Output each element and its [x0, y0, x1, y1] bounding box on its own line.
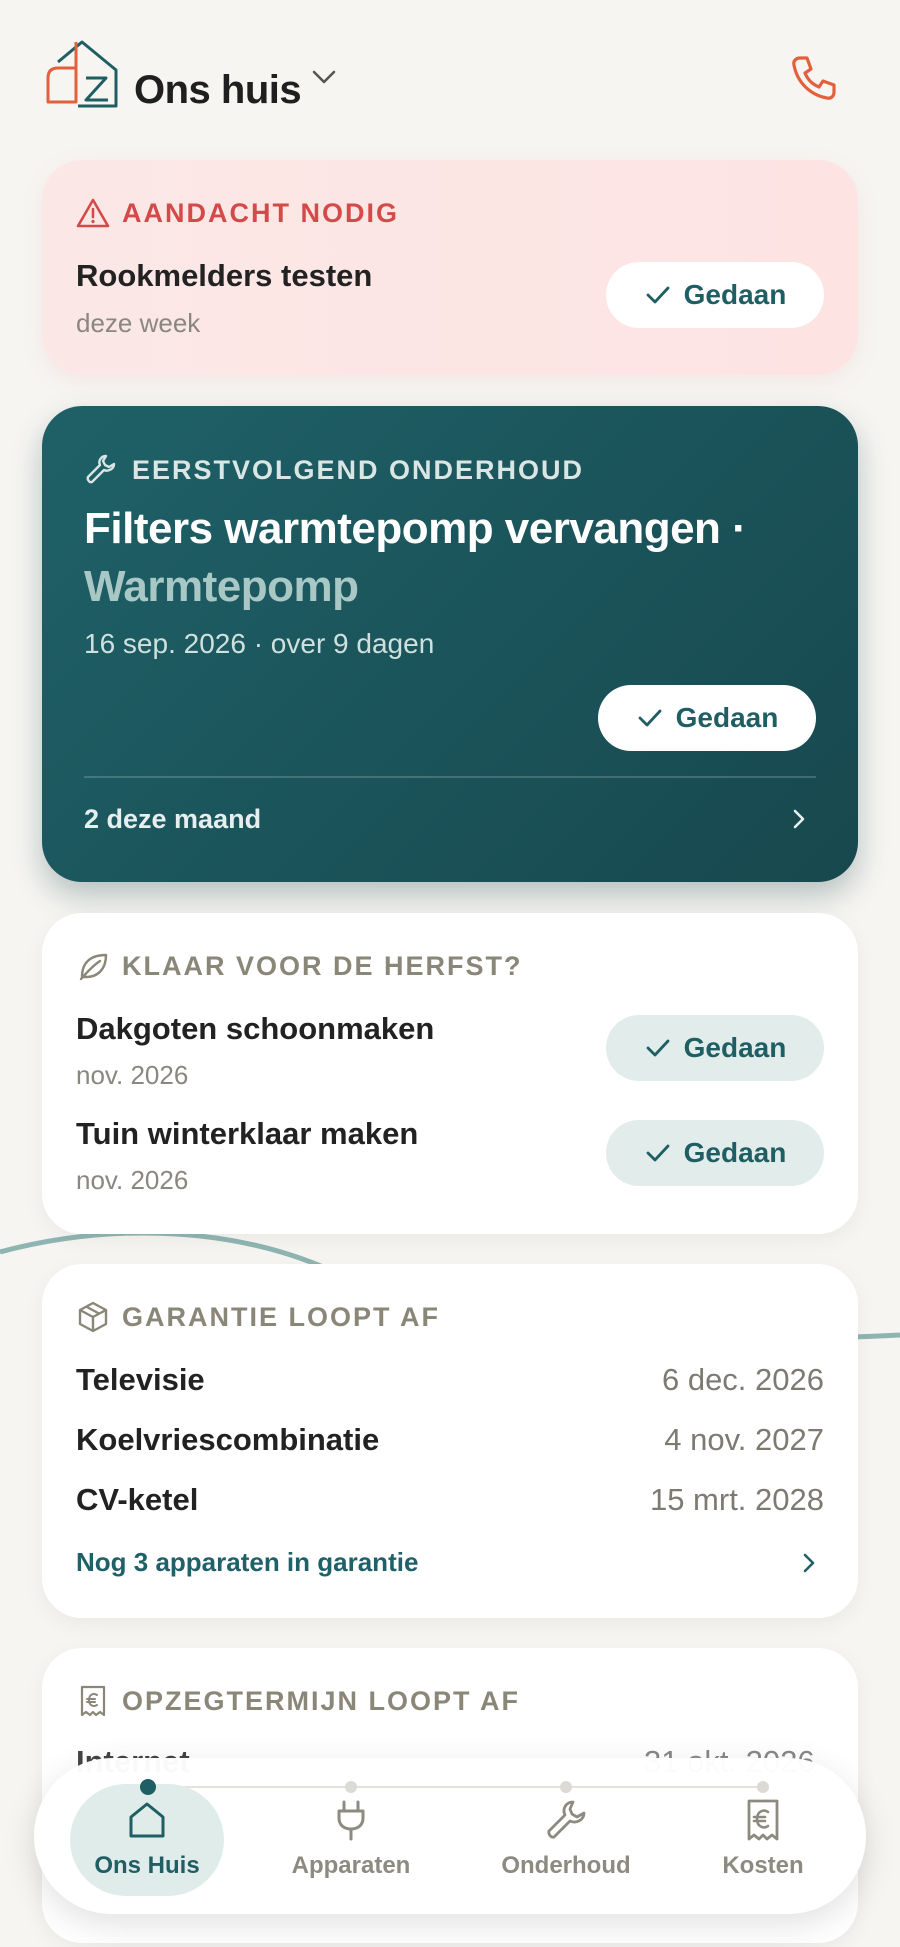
- autumn-item-date: nov. 2026: [76, 1060, 189, 1090]
- autumn-item-date: nov. 2026: [76, 1165, 189, 1195]
- nav-tab-apparaten[interactable]: Apparaten: [266, 1796, 436, 1896]
- nav-indicator-dot-active: [140, 1779, 156, 1795]
- autumn-eyebrow: KLAAR VOOR DE HERFST?: [122, 951, 523, 981]
- nav-label: Apparaten: [291, 1852, 411, 1879]
- attention-eyebrow: AANDACHT NODIG: [122, 198, 399, 228]
- nav-tab-onderhoud[interactable]: Onderhoud: [481, 1796, 651, 1896]
- attention-task-when: deze week: [76, 308, 201, 338]
- this-month-count[interactable]: 2 deze maand: [84, 804, 261, 835]
- warranty-item-name: Koelvriescombinatie: [76, 1422, 380, 1457]
- nav-label: Onderhoud: [501, 1852, 631, 1879]
- home-icon: [129, 1802, 165, 1838]
- autumn-item-title: Tuin winterklaar maken: [76, 1116, 419, 1151]
- warranty-item-date: 4 nov. 2027: [664, 1422, 824, 1457]
- wrench-icon: [86, 454, 116, 484]
- done-label: Gedaan: [675, 702, 779, 733]
- chevron-right-icon[interactable]: [788, 806, 810, 832]
- attention-task-title: Rookmelders testen: [76, 258, 373, 293]
- warning-triangle-icon: [76, 198, 110, 228]
- nav-indicator-track: [148, 1786, 762, 1788]
- checkmark-icon: [646, 1039, 670, 1057]
- warranty-item-name: CV-ketel: [76, 1482, 199, 1517]
- warranty-item-date: 6 dec. 2026: [661, 1362, 824, 1397]
- notice-eyebrow: OPZEGTERMIJN LOOPT AF: [122, 1686, 521, 1716]
- next-maintenance-title: Filters warmtepomp vervangen · Warmtepom…: [84, 500, 824, 616]
- next-maintenance-task: Filters warmtepomp vervangen ·: [84, 504, 747, 553]
- warranty-item-name: Televisie: [76, 1362, 205, 1397]
- divider: [84, 776, 816, 778]
- nav-label: Ons Huis: [94, 1852, 200, 1879]
- autumn-item-title: Dakgoten schoonmaken: [76, 1011, 435, 1046]
- warranty-item-date: 15 mrt. 2028: [649, 1482, 824, 1517]
- plug-icon: [337, 1800, 365, 1841]
- nav-tab-ons-huis[interactable]: Ons Huis: [62, 1796, 232, 1896]
- checkmark-icon: [638, 709, 662, 727]
- nav-indicator-dot: [757, 1781, 769, 1793]
- autumn-item-done-button[interactable]: Gedaan: [606, 1120, 824, 1186]
- done-label: Gedaan: [683, 279, 787, 310]
- done-label: Gedaan: [683, 1137, 787, 1168]
- chevron-right-icon[interactable]: [798, 1550, 820, 1576]
- next-maintenance-device: Warmtepomp: [84, 562, 359, 611]
- nav-tab-kosten[interactable]: Kosten: [678, 1796, 848, 1896]
- attention-done-button[interactable]: Gedaan: [606, 262, 824, 328]
- receipt-euro-icon: [80, 1685, 106, 1717]
- next-maintenance-eyebrow: EERSTVOLGEND ONDERHOUD: [132, 455, 585, 485]
- app-header: Ons huis: [0, 0, 900, 150]
- wrench-icon: [547, 1800, 586, 1839]
- autumn-item-done-button[interactable]: Gedaan: [606, 1015, 824, 1081]
- nav-indicator-dot: [560, 1781, 572, 1793]
- checkmark-icon: [646, 286, 670, 304]
- next-maintenance-done-button[interactable]: Gedaan: [598, 685, 816, 751]
- warranty-eyebrow: GARANTIE LOOPT AF: [122, 1302, 440, 1332]
- chevron-down-icon[interactable]: [310, 66, 338, 88]
- done-label: Gedaan: [683, 1032, 787, 1063]
- leaf-icon: [79, 953, 108, 981]
- checkmark-icon: [646, 1144, 670, 1162]
- phone-icon[interactable]: [788, 52, 840, 104]
- home-selector-title[interactable]: Ons huis: [134, 68, 302, 113]
- box-icon: [78, 1301, 108, 1333]
- more-warranty-link[interactable]: Nog 3 apparaten in garantie: [76, 1547, 418, 1578]
- receipt-euro-icon: [747, 1799, 779, 1841]
- nav-label: Kosten: [722, 1852, 804, 1879]
- app-logo: [46, 40, 118, 108]
- next-maintenance-date: 16 sep. 2026 · over 9 dagen: [84, 628, 435, 659]
- nav-indicator-dot: [345, 1781, 357, 1793]
